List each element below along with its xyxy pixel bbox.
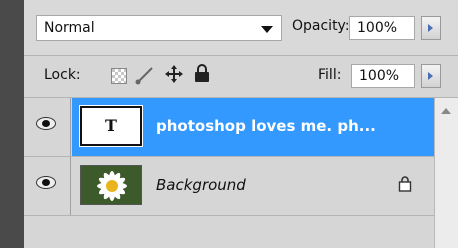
layer-row-text[interactable]: T photoshop loves me. ph... bbox=[24, 98, 434, 156]
dropdown-arrow-icon bbox=[261, 26, 273, 33]
play-arrow-icon bbox=[428, 72, 433, 80]
layers-list: T photoshop loves me. ph... Background bbox=[24, 98, 434, 248]
lock-transparency-icon[interactable] bbox=[111, 68, 127, 84]
divider bbox=[24, 215, 434, 216]
lock-position-icon[interactable] bbox=[164, 64, 184, 84]
layer-name[interactable]: Background bbox=[156, 176, 246, 194]
opacity-field[interactable]: 100% bbox=[349, 16, 415, 40]
eye-icon bbox=[36, 117, 56, 130]
blend-mode-dropdown[interactable]: Normal bbox=[36, 15, 282, 41]
blend-mode-value: Normal bbox=[44, 20, 95, 36]
layer-content[interactable]: T photoshop loves me. ph... bbox=[72, 98, 434, 156]
lock-paint-icon[interactable] bbox=[134, 65, 156, 85]
fill-slider-button[interactable] bbox=[421, 64, 441, 88]
daisy-image-icon bbox=[81, 166, 141, 204]
background-thumbnail bbox=[80, 165, 142, 205]
lock-label: Lock: bbox=[44, 67, 81, 83]
eye-icon bbox=[36, 176, 56, 189]
layer-row-background[interactable]: Background bbox=[24, 157, 434, 215]
fill-field[interactable]: 100% bbox=[351, 64, 415, 88]
visibility-toggle[interactable] bbox=[24, 98, 71, 156]
lock-icon bbox=[398, 176, 412, 192]
lock-all-icon[interactable] bbox=[194, 64, 210, 83]
layers-scrollbar[interactable] bbox=[434, 98, 458, 248]
opacity-label: Opacity: bbox=[292, 18, 350, 34]
play-arrow-icon bbox=[428, 24, 433, 32]
opacity-slider-button[interactable] bbox=[421, 16, 441, 40]
visibility-toggle[interactable] bbox=[24, 157, 71, 215]
scroll-up-arrow-icon[interactable] bbox=[441, 108, 451, 114]
layer-content[interactable]: Background bbox=[72, 157, 434, 215]
fill-label: Fill: bbox=[318, 67, 342, 83]
layer-name[interactable]: photoshop loves me. ph... bbox=[156, 117, 376, 135]
divider bbox=[24, 55, 458, 56]
layers-panel: Normal Opacity: 100% Lock: Fill: 100% T … bbox=[24, 0, 458, 248]
blend-row: Normal Opacity: 100% bbox=[24, 0, 458, 55]
text-layer-thumbnail: T bbox=[79, 105, 143, 147]
